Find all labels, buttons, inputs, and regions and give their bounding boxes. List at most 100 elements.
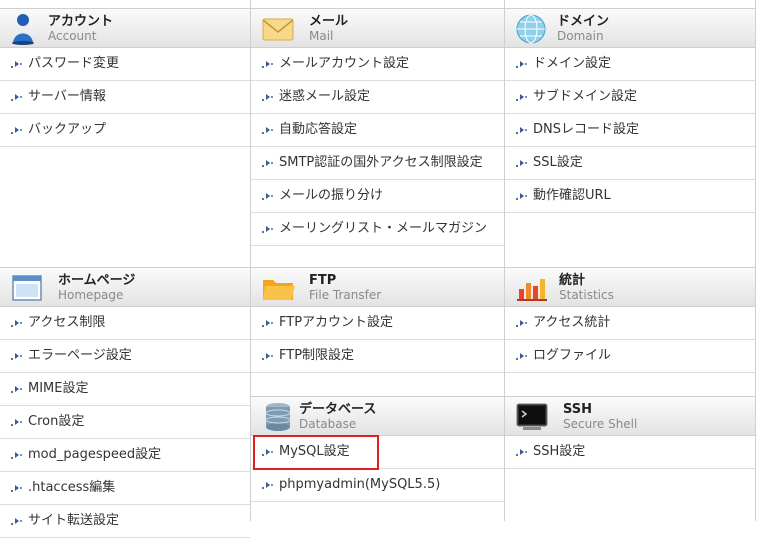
- arrow-icon: [516, 92, 528, 102]
- domain-section: ドメイン Domain ドメイン設定 サブドメイン設定 DNSレコード設定 SS…: [505, 8, 755, 213]
- menu-item-dns-record[interactable]: DNSレコード設定: [505, 114, 755, 147]
- menu-item-phpmyadmin[interactable]: phpmyadmin(MySQL5.5): [251, 469, 504, 502]
- menu-item-ftp-restriction[interactable]: FTP制限設定: [251, 340, 504, 373]
- homepage-header: ホームページ Homepage: [0, 267, 250, 307]
- menu-item-label: エラーページ設定: [28, 348, 132, 363]
- mail-title: メール: [309, 14, 349, 29]
- menu-item-backup[interactable]: バックアップ: [0, 114, 250, 147]
- domain-header: ドメイン Domain: [505, 8, 755, 48]
- menu-item-label: SMTP認証の国外アクセス制限設定: [279, 155, 483, 170]
- arrow-icon: [11, 318, 23, 328]
- menu-item-label: 自動応答設定: [279, 122, 358, 137]
- menu-item-domain[interactable]: ドメイン設定: [505, 48, 755, 81]
- menu-item-label: .htaccess編集: [28, 480, 116, 495]
- arrow-icon: [262, 191, 274, 201]
- menu-item-error-page[interactable]: エラーページ設定: [0, 340, 250, 373]
- arrow-icon: [262, 318, 274, 328]
- menu-item-access-stats[interactable]: アクセス統計: [505, 307, 755, 340]
- menu-item-ssh[interactable]: SSH設定: [505, 436, 755, 469]
- arrow-icon: [516, 447, 528, 457]
- arrow-icon: [11, 351, 23, 361]
- menu-item-label: 動作確認URL: [533, 188, 611, 203]
- mail-envelope-icon: [262, 18, 294, 41]
- stats-subtitle: Statistics: [559, 288, 614, 302]
- mail-header: メール Mail: [251, 8, 504, 48]
- ssh-title: SSH: [563, 402, 593, 417]
- arrow-icon: [516, 158, 528, 168]
- menu-item-label: ドメイン設定: [533, 56, 612, 71]
- database-title: データベース: [299, 402, 377, 417]
- arrow-icon: [11, 125, 23, 135]
- menu-item-htaccess[interactable]: .htaccess編集: [0, 472, 250, 505]
- menu-item-mime[interactable]: MIME設定: [0, 373, 250, 406]
- menu-item-ssl[interactable]: SSL設定: [505, 147, 755, 180]
- menu-item-log-file[interactable]: ログファイル: [505, 340, 755, 373]
- ftp-header: FTP File Transfer: [251, 267, 504, 307]
- database-cylinder-icon: [265, 403, 291, 431]
- menu-item-mailing-list[interactable]: メーリングリスト・メールマガジン: [251, 213, 504, 246]
- column-middle: メール Mail メールアカウント設定 迷惑メール設定 自動応答設定 SMTP認…: [250, 0, 504, 521]
- menu-item-subdomain[interactable]: サブドメイン設定: [505, 81, 755, 114]
- arrow-icon: [11, 384, 23, 394]
- menu-item-label: FTP制限設定: [279, 348, 355, 363]
- stats-header: 統計 Statistics: [505, 267, 755, 307]
- menu-item-access-restriction[interactable]: アクセス制限: [0, 307, 250, 340]
- arrow-icon: [262, 224, 274, 234]
- menu-item-label: DNSレコード設定: [533, 122, 639, 137]
- database-section: データベース Database MySQL設定 phpmyadmin(MySQL…: [251, 396, 504, 502]
- arrow-icon: [11, 417, 23, 427]
- database-header: データベース Database: [251, 396, 504, 436]
- menu-item-label: Cron設定: [28, 414, 85, 429]
- arrow-icon: [516, 318, 528, 328]
- menu-item-label: アクセス制限: [28, 315, 106, 330]
- arrow-icon: [262, 59, 274, 69]
- menu-item-auto-reply[interactable]: 自動応答設定: [251, 114, 504, 147]
- menu-item-ftp-account[interactable]: FTPアカウント設定: [251, 307, 504, 340]
- arrow-icon: [262, 125, 274, 135]
- menu-item-site-redirect[interactable]: サイト転送設定: [0, 505, 250, 538]
- menu-item-label: mod_pagespeed設定: [28, 447, 162, 462]
- arrow-icon: [11, 92, 23, 102]
- menu-item-cron[interactable]: Cron設定: [0, 406, 250, 439]
- arrow-icon: [262, 351, 274, 361]
- column-left: アカウント Account パスワード変更 サーバー情報 バックアップ ホームペ…: [0, 0, 250, 538]
- menu-item-label: SSH設定: [533, 444, 586, 459]
- homepage-section: ホームページ Homepage アクセス制限 エラーページ設定 MIME設定 C…: [0, 267, 250, 538]
- menu-item-label: バックアップ: [28, 122, 107, 137]
- arrow-icon: [262, 447, 274, 457]
- stats-section: 統計 Statistics アクセス統計 ログファイル: [505, 267, 755, 373]
- menu-item-label: パスワード変更: [28, 56, 120, 71]
- mail-subtitle: Mail: [309, 29, 334, 43]
- arrow-icon: [11, 59, 23, 69]
- menu-item-mail-filter[interactable]: メールの振り分け: [251, 180, 504, 213]
- menu-item-label: phpmyadmin(MySQL5.5): [279, 477, 441, 492]
- arrow-icon: [516, 125, 528, 135]
- ftp-section: FTP File Transfer FTPアカウント設定 FTP制限設定: [251, 267, 504, 373]
- menu-item-label: サイト転送設定: [28, 513, 120, 528]
- menu-item-mail-account[interactable]: メールアカウント設定: [251, 48, 504, 81]
- menu-item-label: サーバー情報: [28, 89, 106, 104]
- ssh-subtitle: Secure Shell: [563, 417, 638, 431]
- menu-item-spam[interactable]: 迷惑メール設定: [251, 81, 504, 114]
- menu-item-label: サブドメイン設定: [533, 89, 638, 104]
- menu-item-mod-pagespeed[interactable]: mod_pagespeed設定: [0, 439, 250, 472]
- menu-item-smtp-restriction[interactable]: SMTP認証の国外アクセス制限設定: [251, 147, 504, 180]
- menu-item-label: メーリングリスト・メールマガジン: [279, 221, 488, 236]
- account-subtitle: Account: [48, 29, 97, 43]
- menu-item-label: ログファイル: [533, 348, 612, 363]
- menu-item-password[interactable]: パスワード変更: [0, 48, 250, 81]
- database-subtitle: Database: [299, 417, 357, 431]
- arrow-icon: [262, 158, 274, 168]
- ftp-subtitle: File Transfer: [309, 288, 382, 302]
- menu-item-test-url[interactable]: 動作確認URL: [505, 180, 755, 213]
- domain-subtitle: Domain: [557, 29, 604, 43]
- account-header: アカウント Account: [0, 8, 250, 48]
- mail-section: メール Mail メールアカウント設定 迷惑メール設定 自動応答設定 SMTP認…: [251, 8, 504, 246]
- arrow-icon: [516, 351, 528, 361]
- menu-item-label: メールの振り分け: [279, 188, 384, 203]
- menu-item-server-info[interactable]: サーバー情報: [0, 81, 250, 114]
- arrow-icon: [11, 516, 23, 526]
- menu-item-mysql[interactable]: MySQL設定: [251, 436, 504, 469]
- domain-globe-icon: [516, 14, 546, 44]
- column-right: ドメイン Domain ドメイン設定 サブドメイン設定 DNSレコード設定 SS…: [504, 0, 756, 521]
